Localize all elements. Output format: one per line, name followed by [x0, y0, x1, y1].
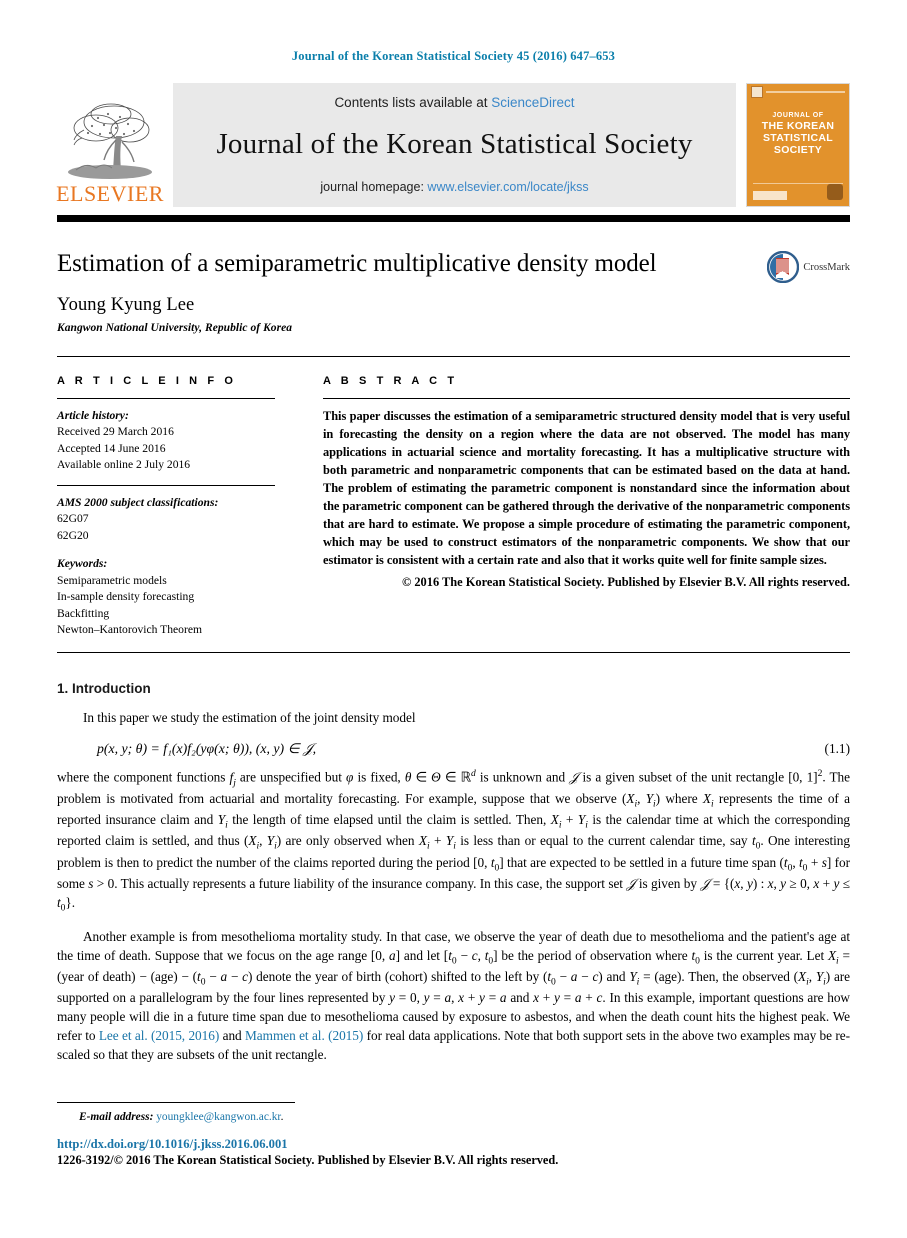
abstract-rule: [323, 398, 850, 399]
info-abstract-region: A R T I C L E I N F O Article history: R…: [57, 375, 850, 638]
sciencedirect-link[interactable]: ScienceDirect: [491, 95, 574, 110]
paper-page: Journal of the Korean Statistical Societ…: [0, 0, 907, 1238]
cover-title: JOURNAL OF THE KOREAN STATISTICAL SOCIET…: [747, 112, 849, 156]
cover-title-line2: THE KOREAN: [761, 120, 835, 133]
doi-link[interactable]: http://dx.doi.org/10.1016/j.jkss.2016.06…: [57, 1137, 850, 1152]
intro-paragraph-2: Another example is from mesothelioma mor…: [57, 929, 851, 1063]
title-bottom-rule: [57, 356, 850, 357]
contents-line: Contents lists available at ScienceDirec…: [334, 95, 574, 110]
abstract-bottom-rule: [57, 652, 850, 654]
keyword-item: Newton–Kantorovich Theorem: [57, 622, 202, 636]
author-affiliation: Kangwon National University, Republic of…: [57, 322, 293, 334]
contents-prefix: Contents lists available at: [334, 95, 492, 110]
citation-link-mammen[interactable]: Mammen et al. (2015): [245, 1028, 363, 1043]
section-heading-introduction: 1. Introduction: [57, 681, 151, 697]
elsevier-logo: ELSEVIER: [56, 83, 164, 207]
cover-title-line4: SOCIETY: [773, 144, 823, 157]
abstract-copyright: © 2016 The Korean Statistical Society. P…: [402, 574, 850, 589]
elsevier-tree-icon: [68, 103, 152, 179]
title-block: Estimation of a semiparametric multiplic…: [57, 249, 850, 334]
abstract-body: This paper discusses the estimation of a…: [323, 409, 850, 567]
email-label: E-mail address:: [79, 1111, 154, 1123]
email-period: .: [280, 1111, 284, 1123]
abstract-heading: A B S T R A C T: [323, 375, 458, 387]
cover-title-line3: STATISTICAL: [763, 132, 833, 145]
email-link[interactable]: youngklee@kangwon.ac.kr: [156, 1111, 280, 1123]
cover-society-seal-icon: [827, 184, 843, 200]
title-left: Estimation of a semiparametric multiplic…: [57, 249, 755, 334]
journal-title: Journal of the Korean Statistical Societ…: [216, 128, 693, 161]
keywords-gap: [57, 544, 275, 556]
homepage-link[interactable]: www.elsevier.com/locate/jkss: [427, 180, 588, 194]
equation-number-1-1: (1.1): [824, 741, 850, 757]
cover-rule: [766, 91, 845, 93]
author-name: Young Kyung Lee: [57, 295, 195, 315]
masthead-bottom-rule: [57, 215, 850, 222]
article-info-heading: A R T I C L E I N F O: [57, 375, 237, 387]
ams-label: AMS 2000 subject classifications:: [57, 495, 219, 509]
keyword-item: In-sample density forecasting: [57, 590, 195, 604]
ams-code: 62G20: [57, 528, 89, 542]
received-date: Received 29 March 2016: [57, 425, 174, 439]
elsevier-wordmark: ELSEVIER: [56, 181, 164, 206]
homepage-prefix: journal homepage:: [320, 179, 428, 194]
abstract-column: A B S T R A C T This paper discusses the…: [295, 375, 850, 638]
keywords-label: Keywords:: [57, 557, 108, 571]
page-title: Estimation of a semiparametric multiplic…: [57, 250, 657, 277]
issn-copyright-line: 1226-3192/© 2016 The Korean Statistical …: [57, 1153, 559, 1167]
footnote-rule: [57, 1102, 295, 1103]
email-footnote: E-mail address: youngklee@kangwon.ac.kr.: [57, 1111, 850, 1123]
equation-1-1: p(x, y; θ) = f₁(x)f₂(yφ(x; θ)), (x, y) ∈…: [97, 741, 317, 757]
page-footer: E-mail address: youngklee@kangwon.ac.kr.…: [57, 1102, 850, 1168]
cover-footer: [753, 184, 843, 200]
article-info-column: A R T I C L E I N F O Article history: R…: [57, 375, 295, 638]
cover-topbar: [747, 84, 849, 100]
article-history-bottom-rule: [57, 484, 275, 486]
homepage-line: journal homepage: www.elsevier.com/locat…: [320, 180, 588, 194]
cover-elsevier-icon: [751, 86, 763, 98]
cover-title-line1: JOURNAL OF: [772, 112, 824, 119]
intro-paragraph-1: where the component functions fj are uns…: [57, 768, 851, 914]
journal-cover-thumbnail: JOURNAL OF THE KOREAN STATISTICAL SOCIET…: [746, 83, 850, 207]
crossmark-badge[interactable]: CrossMark: [767, 251, 850, 283]
crossmark-label: CrossMark: [803, 261, 850, 273]
equation-row-1-1: p(x, y; θ) = f₁(x)f₂(yφ(x; θ)), (x, y) ∈…: [57, 741, 850, 757]
cover-footer-mark: [753, 191, 787, 200]
crossmark-icon: [767, 251, 800, 283]
journal-masthead: ELSEVIER Contents lists available at Sci…: [56, 83, 850, 207]
article-history-group: Article history: Received 29 March 2016 …: [57, 408, 275, 474]
citation-link-lee[interactable]: Lee et al. (2015, 2016): [99, 1028, 219, 1043]
accepted-date: Accepted 14 June 2016: [57, 441, 166, 455]
journal-banner: Contents lists available at ScienceDirec…: [173, 83, 736, 207]
available-online-date: Available online 2 July 2016: [57, 458, 191, 472]
article-history-label: Article history:: [57, 409, 129, 422]
intro-lead-paragraph: In this paper we study the estimation of…: [83, 710, 416, 726]
keyword-item: Semiparametric models: [57, 573, 167, 587]
running-head: Journal of the Korean Statistical Societ…: [291, 49, 616, 63]
ams-code: 62G07: [57, 512, 89, 526]
keywords-group: Keywords: Semiparametric models In-sampl…: [57, 556, 275, 638]
article-info-rule: [57, 398, 275, 399]
keyword-item: Backfitting: [57, 606, 110, 620]
ams-classification-group: AMS 2000 subject classifications: 62G07 …: [57, 495, 275, 544]
